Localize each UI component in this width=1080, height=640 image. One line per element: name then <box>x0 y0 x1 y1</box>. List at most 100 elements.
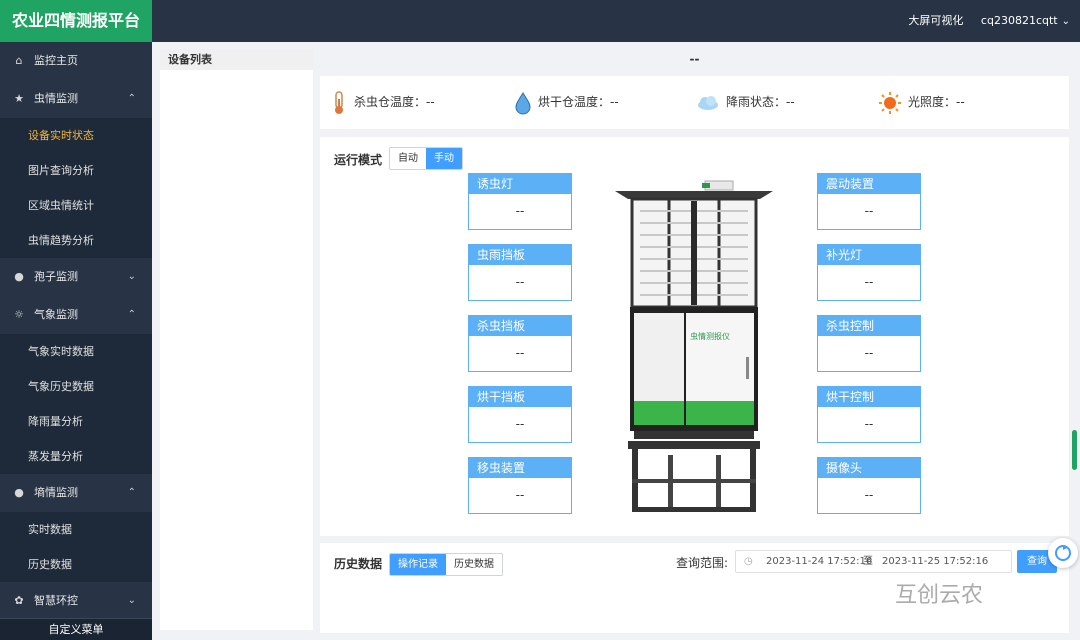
pest-monitor-device-image: 虫情测报仪 <box>615 180 773 512</box>
sidebar-item-label: 孢子监测 <box>34 270 78 283</box>
stat-label: 降雨状态： <box>726 95 787 109</box>
mode-label: 运行模式 <box>334 153 383 167</box>
ctrl-vibration[interactable]: 震动装置 -- <box>817 173 921 230</box>
ctrl-value: -- <box>864 417 874 431</box>
sidebar-item-label: 虫情监测 <box>34 92 78 105</box>
sidebar-item-label: 气象监测 <box>34 308 78 321</box>
ctrl-value: -- <box>864 346 874 360</box>
ctrl-label: 杀虫挡板 <box>469 316 571 336</box>
sidebar-subitem-rainfall[interactable]: 降雨量分析 <box>0 404 152 439</box>
cloud-icon <box>698 95 718 110</box>
sidebar-subitem-weather-realtime[interactable]: 气象实时数据 <box>0 334 152 369</box>
sidebar-item-weather[interactable]: ☼ 气象监测 ⌃ <box>0 296 152 334</box>
sidebar-subitem-weather-history[interactable]: 气象历史数据 <box>0 369 152 404</box>
ctrl-value: -- <box>515 417 525 431</box>
history-tabs: 操作记录 历史数据 <box>389 553 503 576</box>
username: cq230821cqtt <box>980 14 1058 27</box>
ctrl-label: 虫雨挡板 <box>469 245 571 265</box>
sidebar-item-label: 墒情监测 <box>34 486 78 499</box>
stat-label: 光照度： <box>908 95 957 109</box>
ctrl-value: -- <box>515 204 525 218</box>
sidebar-subitem-image-analysis[interactable]: 图片查询分析 <box>0 153 152 188</box>
ctrl-dry-control[interactable]: 烘干控制 -- <box>817 386 921 443</box>
ctrl-value: -- <box>515 488 525 502</box>
sidebar-subitem-device-status[interactable]: 设备实时状态 <box>0 118 152 153</box>
date-range-picker[interactable]: ◷ 2023-11-24 17:52:16 至 2023-11-25 17:52… <box>735 550 1012 573</box>
stat-value: -- <box>610 95 619 109</box>
ctrl-value: -- <box>864 488 874 502</box>
mode-toggle: 自动 手动 <box>389 147 463 170</box>
sidebar-subitem-soil-realtime[interactable]: 实时数据 <box>0 512 152 547</box>
ctrl-label: 烘干挡板 <box>469 387 571 407</box>
sidebar-item-pest[interactable]: ★ 虫情监测 ⌃ <box>0 80 152 118</box>
tab-operation-log[interactable]: 操作记录 <box>390 554 446 575</box>
chevron-up-icon: ⌃ <box>127 93 136 104</box>
bigscreen-link[interactable]: 大屏可视化 <box>908 14 963 27</box>
sidebar-item-spore[interactable]: ● 孢子监测 ⌄ <box>0 258 152 296</box>
clock-icon: ◷ <box>744 556 753 567</box>
ctrl-kill-baffle[interactable]: 杀虫挡板 -- <box>468 315 572 372</box>
custom-menu-button[interactable]: 自定义菜单 <box>0 618 152 640</box>
sidebar-subitem-soil-history[interactable]: 历史数据 <box>0 547 152 582</box>
bug-icon: ★ <box>14 92 24 105</box>
top-bar: 农业四情测报平台 大屏可视化 cq230821cqtt ⌄ <box>0 0 1080 42</box>
sidebar-item-monitor-home[interactable]: ⌂ 监控主页 <box>0 42 152 80</box>
chevron-up-icon: ⌃ <box>127 487 136 498</box>
ctrl-value: -- <box>515 346 525 360</box>
refresh-icon <box>1055 545 1071 561</box>
water-drop-icon <box>515 91 531 114</box>
sidebar-subitem-evaporation[interactable]: 蒸发量分析 <box>0 439 152 474</box>
ctrl-label: 诱虫灯 <box>469 174 571 194</box>
ctrl-label: 杀虫控制 <box>818 316 920 336</box>
ctrl-label: 震动装置 <box>818 174 920 194</box>
sidebar-item-soil[interactable]: ● 墒情监测 ⌃ <box>0 474 152 512</box>
ctrl-value: -- <box>864 204 874 218</box>
tab-history-data[interactable]: 历史数据 <box>446 554 502 575</box>
device-title: -- <box>689 52 700 66</box>
ctrl-value: -- <box>515 275 525 289</box>
chevron-down-icon: ⌄ <box>1061 16 1070 27</box>
ctrl-rain-baffle[interactable]: 虫雨挡板 -- <box>468 244 572 301</box>
leaf-icon: ✿ <box>14 594 24 607</box>
home-icon: ⌂ <box>15 54 23 67</box>
mode-manual-button[interactable]: 手动 <box>426 148 462 169</box>
sidebar-subitem-area-stats[interactable]: 区域虫情统计 <box>0 188 152 223</box>
stat-label: 烘干仓温度： <box>538 95 611 109</box>
ctrl-insect-lamp[interactable]: 诱虫灯 -- <box>468 173 572 230</box>
range-separator: 至 <box>863 556 873 567</box>
range-end: 2023-11-25 17:52:16 <box>882 556 989 567</box>
ctrl-label: 摄像头 <box>818 458 920 478</box>
user-menu[interactable]: cq230821cqtt ⌄ <box>981 14 1070 27</box>
device-list-panel: 设备列表 <box>160 49 313 630</box>
ctrl-value: -- <box>864 275 874 289</box>
help-float-button[interactable] <box>1048 538 1078 568</box>
range-label: 查询范围: <box>676 556 729 570</box>
ctrl-label: 补光灯 <box>818 245 920 265</box>
chevron-down-icon: ⌄ <box>127 271 136 282</box>
stat-light: 光照度：-- <box>878 76 965 129</box>
sun-icon: ☼ <box>14 308 24 321</box>
ctrl-fill-light[interactable]: 补光灯 -- <box>817 244 921 301</box>
sidebar-item-label: 智慧环控 <box>34 594 78 607</box>
stat-dry-temp: 烘干仓温度：-- <box>514 76 619 129</box>
globe-icon: ● <box>14 486 24 499</box>
page-scrollbar[interactable] <box>1072 430 1077 470</box>
thermometer-icon <box>335 90 343 114</box>
stat-rain: 降雨状态：-- <box>696 76 795 129</box>
stat-value: -- <box>786 95 795 109</box>
sidebar-item-label: 监控主页 <box>34 54 78 67</box>
mode-auto-button[interactable]: 自动 <box>390 148 426 169</box>
watermark: 互创云农 <box>895 583 984 608</box>
chevron-down-icon: ⌄ <box>127 595 136 606</box>
sidebar-item-smart-env[interactable]: ✿ 智慧环控 ⌄ <box>0 582 152 620</box>
ctrl-move-device[interactable]: 移虫装置 -- <box>468 457 572 514</box>
sidebar-subitem-trend[interactable]: 虫情趋势分析 <box>0 223 152 258</box>
chevron-up-icon: ⌃ <box>127 309 136 320</box>
device-list-title: 设备列表 <box>160 49 313 70</box>
range-start: 2023-11-24 17:52:16 <box>766 556 873 567</box>
ctrl-camera[interactable]: 摄像头 -- <box>817 457 921 514</box>
sensor-stats-card: 杀虫仓温度：-- 烘干仓温度：-- 降雨状态：-- 光照度：-- <box>320 76 1069 129</box>
ctrl-kill-control[interactable]: 杀虫控制 -- <box>817 315 921 372</box>
ctrl-dry-baffle[interactable]: 烘干挡板 -- <box>468 386 572 443</box>
sidebar: ⌂ 监控主页 ★ 虫情监测 ⌃ 设备实时状态 图片查询分析 区域虫情统计 虫情趋势分… <box>0 42 152 640</box>
